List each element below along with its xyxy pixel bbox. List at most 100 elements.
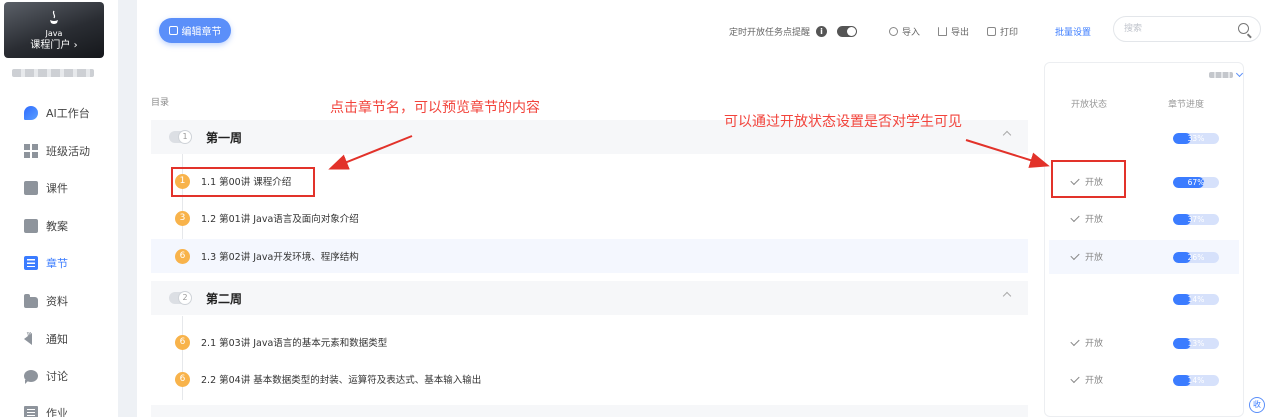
progress-bar: 67%: [1173, 177, 1219, 188]
progress-bar: 13%: [1173, 338, 1219, 349]
edit-icon: [168, 26, 178, 35]
chapter-row[interactable]: 6 2.1 第03讲 Java语言的基本元素和数据类型: [151, 325, 1028, 359]
sidebar-item-label: 作业: [46, 407, 68, 417]
status-row: 开放 14%: [1049, 363, 1239, 397]
export-button[interactable]: 导出: [938, 23, 969, 39]
task-count-badge: 6: [175, 248, 190, 264]
status-row: 开放 13%: [1049, 326, 1239, 360]
chevron-up-icon[interactable]: [1002, 130, 1012, 140]
progress-label: 14%: [1187, 295, 1205, 304]
sidebar-item-label: 讨论: [46, 370, 68, 383]
toolbar: 编辑章节 定时开放任务点提醒 i 导入 导出 打印 批量设置: [137, 0, 1265, 62]
printer-icon: [987, 26, 996, 36]
reminder-toggle-group: 定时开放任务点提醒 i: [729, 23, 858, 39]
open-status-toggle[interactable]: 开放: [1070, 373, 1104, 386]
task-count-badge: 6: [175, 334, 190, 350]
week-collapse-toggle[interactable]: 1: [169, 130, 192, 144]
chapter-row[interactable]: 3 1.2 第01讲 Java语言及面向对象介绍: [151, 201, 1028, 235]
progress-bar: 33%: [1173, 133, 1219, 144]
chevron-up-icon[interactable]: [1002, 291, 1012, 301]
collapse-panel-button[interactable]: 收: [1249, 397, 1265, 413]
print-button[interactable]: 打印: [987, 23, 1018, 39]
export-label: 导出: [951, 27, 970, 38]
week-row[interactable]: 2 第二周: [151, 281, 1028, 315]
progress-label: 37%: [1187, 215, 1205, 224]
sidebar-item-discussion[interactable]: 讨论: [0, 358, 118, 394]
open-status-toggle[interactable]: 开放: [1070, 336, 1103, 349]
status-row: 开放 37%: [1049, 202, 1239, 236]
progress-header: 章节进度: [1168, 100, 1205, 110]
lesson-plan-icon: [24, 219, 38, 233]
progress-label: 67%: [1187, 178, 1205, 187]
sidebar-item-label: 课件: [46, 182, 68, 195]
annotation-status-hint: 可以通过开放状态设置是否对学生可见: [724, 114, 962, 130]
search-input[interactable]: [1124, 22, 1224, 36]
blurred-course-name: [12, 69, 94, 77]
grid-icon: [24, 144, 38, 158]
chapter-title[interactable]: 2.1 第03讲 Java语言的基本元素和数据类型: [201, 335, 387, 349]
homework-icon: [24, 406, 38, 417]
open-status-toggle[interactable]: 开放: [1070, 212, 1103, 225]
chapter-row[interactable]: 6 2.2 第04讲 基本数据类型的封装、运算符及表达式、基本输入输出: [151, 362, 1028, 396]
open-status-label: 开放: [1085, 376, 1104, 386]
info-icon[interactable]: i: [816, 25, 828, 37]
import-icon: [889, 26, 898, 36]
sidebar-item-label: AI工作台: [46, 107, 90, 120]
week-title[interactable]: 第二周: [206, 290, 242, 307]
chapter-title[interactable]: 2.2 第04讲 基本数据类型的封装、运算符及表达式、基本输入输出: [201, 372, 481, 386]
sidebar-item-materials[interactable]: 资料: [0, 283, 118, 319]
task-count-badge: 3: [175, 210, 190, 226]
open-status-label: 开放: [1085, 253, 1104, 263]
java-logo-icon: [50, 10, 58, 24]
sidebar-item-label: 通知: [46, 333, 68, 346]
open-status-header: 开放状态: [1071, 100, 1108, 110]
reminder-toggle[interactable]: [837, 25, 858, 37]
batch-settings-link[interactable]: 批量设置: [1055, 23, 1091, 39]
sidebar-item-notice[interactable]: 通知: [0, 321, 118, 357]
print-label: 打印: [1000, 27, 1019, 38]
status-row: 14%: [1049, 282, 1239, 316]
sidebar-item-label: 章节: [46, 257, 68, 270]
sidebar-item-chapters[interactable]: 章节: [0, 245, 118, 281]
chapter-list-icon: [24, 256, 38, 270]
check-icon: [1070, 212, 1080, 222]
sidebar-item-courseware[interactable]: 课件: [0, 170, 118, 206]
check-icon: [1070, 373, 1080, 383]
course-portal-link[interactable]: 课程门户 ›: [4, 40, 104, 52]
search-box[interactable]: [1113, 16, 1261, 42]
open-status-toggle[interactable]: 开放: [1070, 250, 1104, 263]
panel-filter-dropdown[interactable]: [1209, 72, 1233, 78]
status-row: 开放 26%: [1049, 240, 1239, 274]
sidebar-item-label: 资料: [46, 295, 68, 308]
sidebar-item-label: 教案: [46, 220, 68, 233]
export-icon: [938, 26, 947, 36]
import-button[interactable]: 导入: [889, 23, 920, 39]
search-icon[interactable]: [1238, 23, 1249, 34]
week-collapse-toggle[interactable]: 2: [169, 291, 192, 305]
sidebar-item-class-activity[interactable]: 班级活动: [0, 133, 118, 169]
week-row[interactable]: [151, 405, 1028, 417]
sidebar-item-lesson-plan[interactable]: 教案: [0, 208, 118, 244]
chapter-title[interactable]: 1.3 第02讲 Java开发环境、程序结构: [201, 249, 359, 263]
progress-bar: 14%: [1173, 294, 1219, 305]
import-label: 导入: [902, 27, 921, 38]
edit-chapter-button[interactable]: 编辑章节: [159, 18, 231, 43]
progress-label: 14%: [1187, 376, 1205, 385]
chapter-row[interactable]: 6 1.3 第02讲 Java开发环境、程序结构: [151, 239, 1028, 273]
speaker-icon: [24, 332, 32, 345]
progress-bar: 37%: [1173, 214, 1219, 225]
sidebar: Java 课程门户 › AI工作台 班级活动 课件 教案 章节 资料 通知 讨论…: [0, 0, 118, 417]
chapter-title[interactable]: 1.2 第01讲 Java语言及面向对象介绍: [201, 211, 359, 225]
course-logo-text: Java: [45, 29, 63, 38]
course-cover[interactable]: Java 课程门户 ›: [4, 2, 104, 58]
sidebar-item-ai-workbench[interactable]: AI工作台: [0, 95, 118, 131]
sidebar-item-homework[interactable]: 作业: [0, 395, 118, 417]
check-icon: [1070, 336, 1080, 346]
highlight-box-chapter: [171, 167, 315, 197]
courseware-icon: [24, 181, 38, 195]
status-panel: 开放状态 章节进度 33% 开放 67% 开放 37% 开放 26% 14% 开…: [1044, 62, 1244, 417]
annotation-chapter-hint: 点击章节名，可以预览章节的内容: [330, 100, 540, 116]
week-title[interactable]: 第一周: [206, 129, 242, 146]
progress-label: 13%: [1187, 339, 1205, 348]
edit-chapter-label: 编辑章节: [181, 27, 222, 38]
